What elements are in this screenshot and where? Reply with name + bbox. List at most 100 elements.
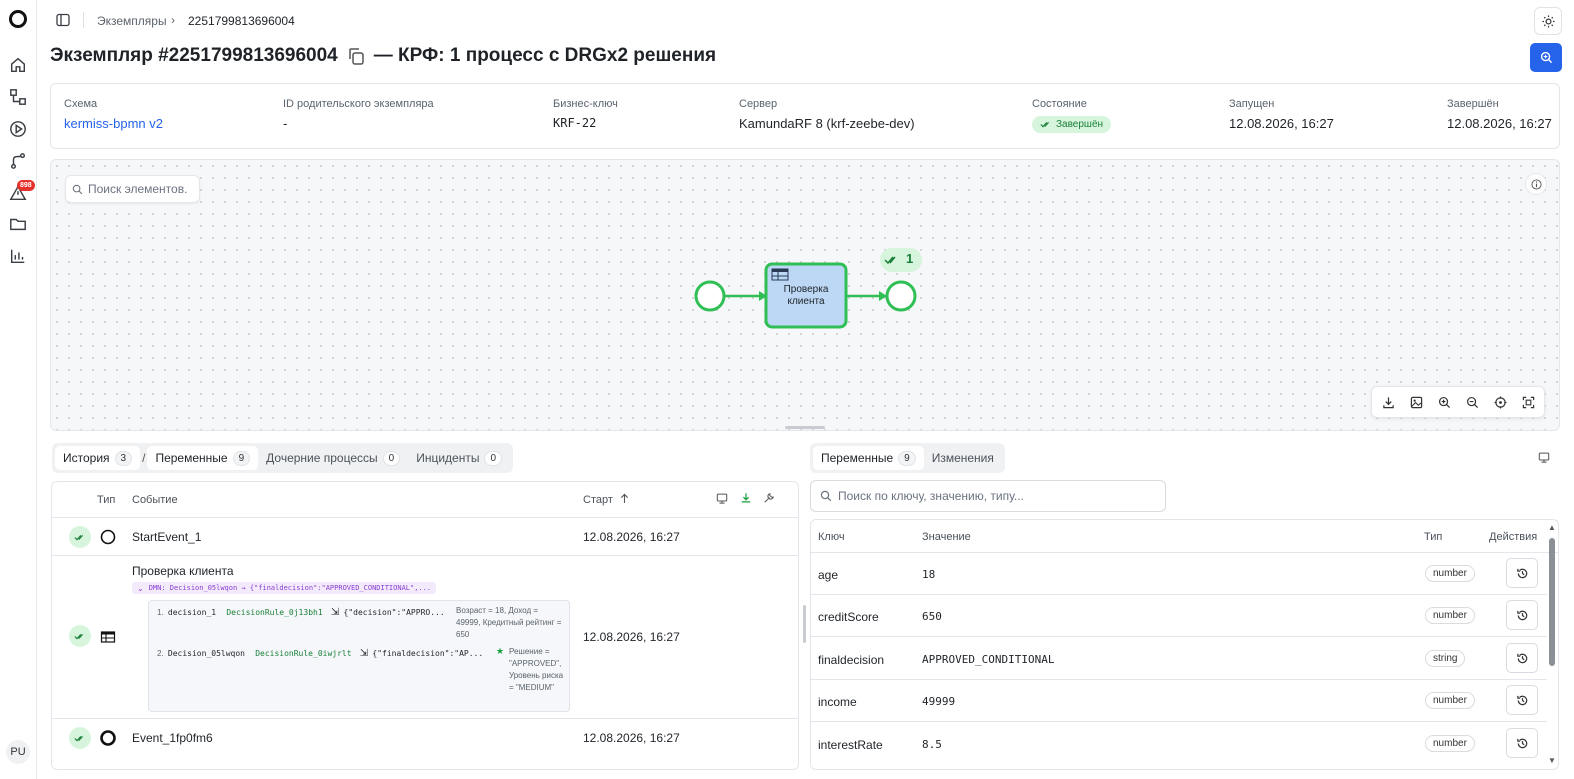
columns-icon[interactable] [716,492,728,504]
completed-badge [69,526,91,548]
tab-incidents[interactable]: Инциденты 0 [408,446,510,470]
variable-history-button[interactable] [1506,600,1538,630]
columns-icon[interactable] [1538,451,1550,463]
double-check-icon [74,735,84,742]
variable-type-badge: number [1425,735,1475,752]
theme-toggle-button[interactable] [1534,7,1562,35]
decision-index: 2. [157,649,164,658]
dmn-result-chip[interactable]: ⌄ DMN: Decision_05lwqon → {"finaldecisio… [132,582,437,594]
tab-variables-right-label: Переменные [821,451,894,465]
start-event-icon [100,529,116,545]
export-image-button[interactable] [1404,390,1428,414]
history-icon [1516,568,1527,578]
processes-icon[interactable] [8,87,28,107]
canvas-toolbar [1371,386,1545,418]
end-event-count-badge [880,248,922,272]
parent-id-value: - [283,116,288,131]
variable-key: finaldecision [818,653,885,667]
info-finished: Завершён 12.08.2026, 16:27 [1447,98,1552,131]
open-icon[interactable]: ⇲ [360,648,368,659]
variables-search[interactable] [810,480,1166,512]
sidebar-toggle-icon[interactable] [56,13,70,27]
history-icon [1516,610,1527,620]
app-logo-icon[interactable] [8,9,28,29]
zoom-out-icon [1466,396,1478,408]
decision-output: {"finaldecision":"AP... [372,649,484,658]
panel-resize-handle[interactable] [785,426,825,429]
history-row-start-event[interactable]: StartEvent_1 12.08.2026, 16:27 [52,518,798,556]
download-button[interactable] [1376,390,1400,414]
dmn-table-icon [100,631,116,643]
history-row-end-event[interactable]: Event_1fp0fm6 12.08.2026, 16:27 [52,719,798,759]
variable-history-button[interactable] [1506,685,1538,715]
bpmn-start-event[interactable] [694,280,726,312]
bpmn-end-event[interactable] [885,280,917,312]
download-icon [1382,396,1394,408]
variable-history-button[interactable] [1506,728,1538,758]
completed-badge [69,727,91,749]
col-type[interactable]: Тип [1424,531,1442,543]
folder-icon[interactable] [8,214,28,234]
col-key[interactable]: Ключ [818,531,845,543]
variable-row[interactable]: age 18 number [811,553,1547,595]
decision-rule: DecisionRule_0j13bh1 [226,608,323,617]
panel-splitter[interactable] [803,605,806,643]
bar-chart-icon[interactable] [8,246,28,266]
variable-value: 8.5 [922,738,942,751]
info-parent-id: ID родительского экземпляра - [283,98,434,131]
tab-variables-right[interactable]: Переменные 9 [813,446,924,470]
zoom-in-button[interactable] [1432,390,1456,414]
variables-scrollbar[interactable] [1549,538,1555,666]
tab-variables-right-count: 9 [898,450,916,466]
download-icon[interactable] [740,492,752,504]
variable-row[interactable]: income 49999 number [811,680,1547,722]
inspect-button[interactable] [1530,43,1562,72]
image-icon [1410,396,1422,408]
tab-history[interactable]: История 3 [55,446,141,470]
task-label-line2: клиента [787,296,825,307]
tab-child-processes[interactable]: Дочерние процессы 0 [258,446,408,470]
play-icon[interactable] [8,119,28,139]
git-branch-icon[interactable] [8,151,28,171]
variable-key: income [818,695,857,709]
variable-row[interactable]: creditScore 650 number [811,595,1547,637]
history-row-task[interactable]: Проверка клиента ⌄ DMN: Decision_05lwqon… [52,556,798,719]
user-avatar[interactable]: PU [6,740,30,764]
tab-separator: / [142,451,146,465]
wrench-icon[interactable] [763,492,775,504]
variable-history-button[interactable] [1506,643,1538,673]
schema-link[interactable]: kermiss-bpmn v2 [64,116,163,131]
variables-search-input[interactable] [838,489,1148,503]
state-label: Состояние [1032,98,1087,110]
col-event[interactable]: Событие [132,494,178,506]
variable-row[interactable]: finaldecision APPROVED_CONDITIONAL strin… [811,638,1547,680]
tab-history-label: История [63,451,110,465]
event-start-time: 12.08.2026, 16:27 [583,731,680,745]
scroll-up-icon[interactable]: ▲ [1548,523,1556,532]
sort-asc-icon[interactable] [620,493,629,504]
page-title: Экземпляр #2251799813696004 — КРФ: 1 про… [50,45,716,67]
dmn-chip-text: DMN: Decision_05lwqon → {"finaldecision"… [148,584,432,592]
scroll-down-icon[interactable]: ▼ [1548,756,1556,765]
decision-line-1: 1. decision_1 DecisionRule_0j13bh1 ⇲ {"d… [157,607,445,618]
tab-variables[interactable]: Переменные 9 [147,446,259,470]
started-value: 12.08.2026, 16:27 [1229,116,1334,131]
home-icon[interactable] [8,55,28,75]
breadcrumb-instances[interactable]: Экземпляры [97,14,167,28]
history-tabs: История 3 / Переменные 9 Дочерние процес… [52,443,514,473]
center-view-button[interactable] [1488,390,1512,414]
copy-icon[interactable] [346,46,366,66]
fit-view-button[interactable] [1516,390,1540,414]
bpmn-canvas[interactable]: Проверка клиента 1 [50,159,1560,431]
open-icon[interactable]: ⇲ [331,607,339,618]
finished-value: 12.08.2026, 16:27 [1447,116,1552,131]
variable-row[interactable]: interestRate 8.5 number [811,723,1547,765]
sun-icon [1541,14,1555,28]
tab-incidents-label: Инциденты [416,451,480,465]
zoom-out-button[interactable] [1460,390,1484,414]
tab-changes[interactable]: Изменения [924,446,1002,470]
col-value[interactable]: Значение [922,531,971,543]
variable-history-button[interactable] [1506,558,1538,588]
variable-value: 18 [922,568,936,581]
col-start[interactable]: Старт [583,494,613,506]
